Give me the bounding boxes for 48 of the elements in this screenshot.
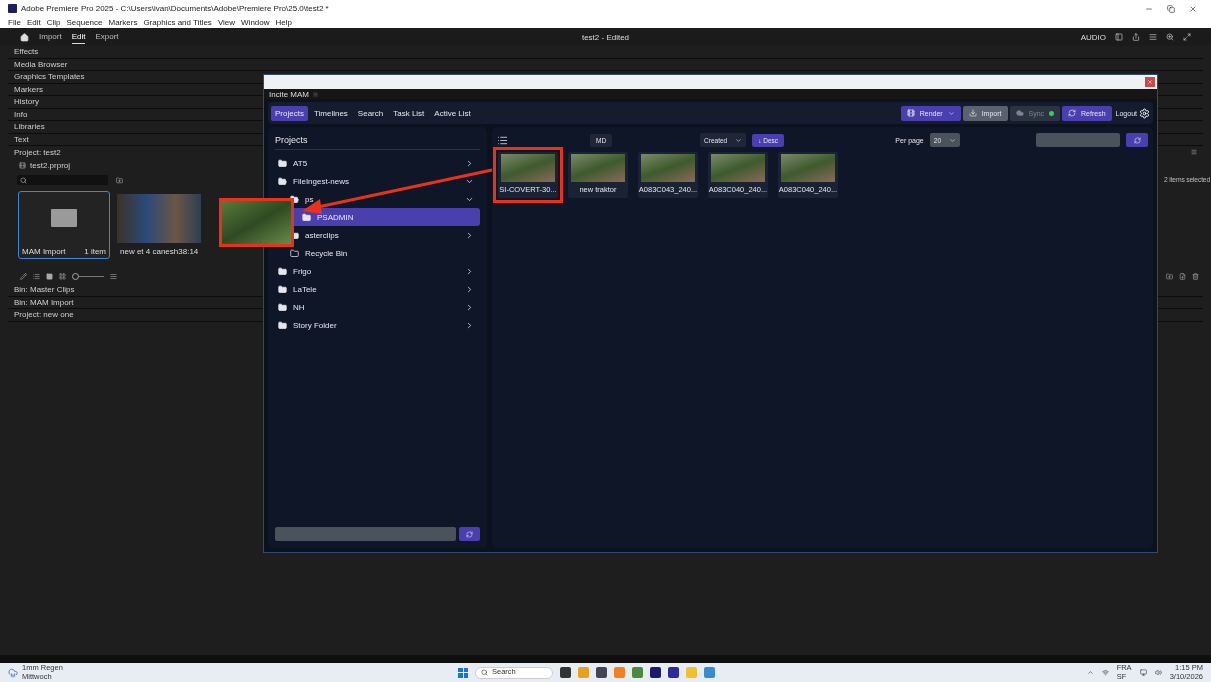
panel-title[interactable]: Markers [14, 84, 43, 94]
menu-item[interactable]: Help [275, 18, 292, 27]
menu-item[interactable]: Markers [108, 18, 138, 27]
panel-title[interactable]: Libraries [14, 122, 45, 132]
panel-title: Incite MAM [269, 89, 309, 99]
menu-item[interactable]: Window [241, 18, 270, 27]
item-meta: 1 item [84, 246, 106, 256]
workspace-tab[interactable]: Export [95, 30, 119, 44]
menu-item[interactable]: Edit [26, 18, 41, 27]
nav-tab[interactable]: Task List [389, 105, 429, 121]
document-title: test2 - Edited [581, 32, 630, 42]
workspace-tab[interactable]: Import [39, 30, 62, 44]
nav-tab[interactable]: Timelines [309, 105, 352, 121]
panel-title[interactable]: Project: test2 [14, 147, 61, 157]
item-meta: 38:14 [178, 246, 199, 256]
window-title: Adobe Premiere Pro 2025 - C:\Users\ivan\Documents\Adobe\Premiere Pro\25.0\test2 * [21, 4, 329, 13]
nav-tab[interactable]: Active List [430, 105, 475, 121]
menu-item[interactable]: File [8, 18, 21, 27]
menu-item[interactable]: Clip [46, 18, 61, 27]
tree-item[interactable]: Story Folder [275, 316, 480, 334]
panel-title[interactable]: Bin: Master Clips [14, 285, 75, 295]
project-file-name: test2.prproj [30, 160, 71, 170]
project-item[interactable]: new et 4 canesh38:14 [116, 191, 202, 259]
audio-label[interactable]: AUDIO [1080, 32, 1106, 42]
nav-tab[interactable]: Projects [271, 105, 308, 121]
panel-title[interactable]: Bin: MAM Import [14, 297, 74, 307]
panel-title[interactable]: Effects [14, 47, 39, 57]
tree-item[interactable]: FileIngest-news [275, 172, 480, 190]
tree-item[interactable]: LaTele [275, 280, 480, 298]
panel-title[interactable]: Text [14, 134, 29, 144]
sidebar-title: Projects [275, 135, 480, 150]
panel-title[interactable]: Media Browser [14, 59, 68, 69]
menu-item[interactable]: Sequence [66, 18, 103, 27]
menu-item[interactable]: View [217, 18, 236, 27]
tree-item[interactable]: AT5 [275, 154, 480, 172]
tree-item[interactable]: Recycle Bin [275, 244, 480, 262]
panel-title[interactable]: Project: new one [14, 310, 74, 320]
tree-item[interactable]: NH [275, 298, 480, 316]
workspace-tab[interactable]: Edit [71, 30, 86, 44]
nav-tab[interactable]: Search [353, 105, 388, 121]
item-name: new et 4 canesh [120, 246, 179, 256]
panel-title[interactable]: History [14, 97, 39, 107]
item-name: MAM Import [22, 246, 66, 256]
panel-title[interactable]: Graphics Templates [14, 72, 85, 82]
panel-title[interactable]: Info [14, 109, 28, 119]
project-item[interactable]: MAM Import 1 item [18, 191, 110, 259]
menu-item[interactable]: Graphics and Titles [143, 18, 212, 27]
tree-item[interactable]: Frigo [275, 262, 480, 280]
